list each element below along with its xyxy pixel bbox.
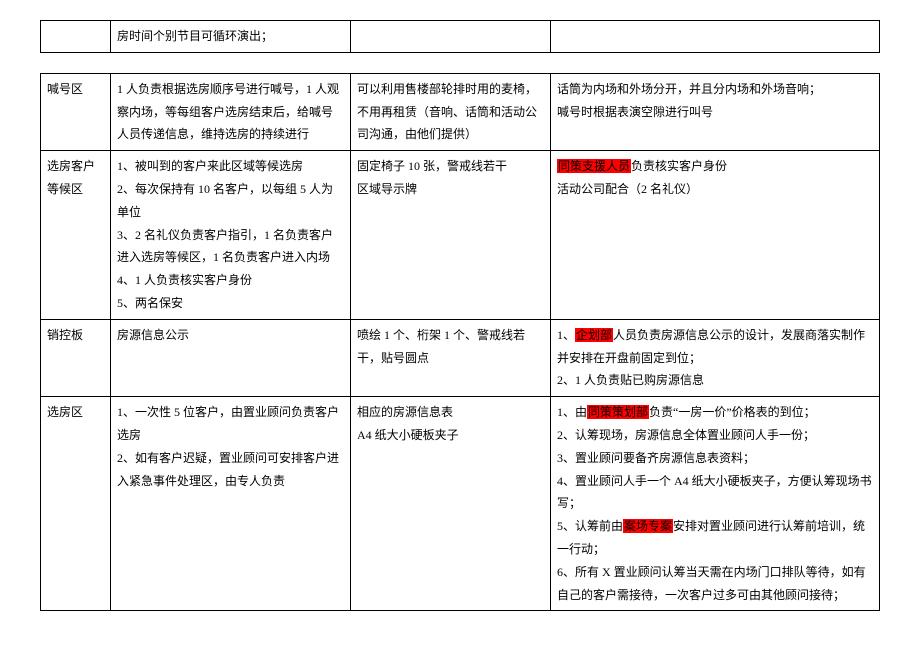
text-line: 2、如有客户迟疑，置业顾问可安排客户进入紧急事件处理区，由专人负责 [117,447,344,493]
materials-cell: 可以利用售楼部轮排时用的麦椅，不用再租赁（音响、话筒和活动公司沟通，由他们提供） [351,73,551,150]
text-line: 5、认筹前由案场专案安排对置业顾问进行认筹前培训，统一行动； [557,515,873,561]
text-line: 2、1 人负责贴已购房源信息 [557,369,873,392]
text-line: 相应的房源信息表 [357,401,544,424]
cell [551,21,880,53]
area-name-cell: 销控板 [41,319,111,396]
text-line: 4、置业顾问人手一个 A4 纸大小硬板夹子，方便认筹现场书写； [557,470,873,516]
table-fragment-top: 房时间个别节目可循环演出； [40,20,880,53]
table-row: 喊号区1 人负责根据选房顺序号进行喊号，1 人观察内场，等每组客户选房结束后，给… [41,73,880,150]
table-row: 房时间个别节目可循环演出； [41,21,880,53]
text-line: 可以利用售楼部轮排时用的麦椅，不用再租赁（音响、话筒和活动公司沟通，由他们提供） [357,78,544,146]
text-line: 3、2 名礼仪负责客户指引，1 名负责客户进入选房等候区，1 名负责客户进入内场 [117,224,344,270]
materials-cell: 喷绘 1 个、桁架 1 个、警戒线若干，贴号圆点 [351,319,551,396]
plain-text: 3、置业顾问要备齐房源信息表资料； [557,451,755,465]
cell [41,21,111,53]
plain-text: 活动公司配合（2 名礼仪） [557,182,698,196]
table-row: 选房客户等候区1、被叫到的客户来此区域等候选房2、每次保持有 10 名客户，以每… [41,151,880,320]
plain-text: 负责核实客户身份 [631,159,727,173]
cell: 房时间个别节目可循环演出； [111,21,351,53]
table-row: 销控板房源信息公示喷绘 1 个、桁架 1 个、警戒线若干，贴号圆点1、企划部人员… [41,319,880,396]
text-line: 4、1 人负责核实客户身份 [117,269,344,292]
notes-cell: 话筒为内场和外场分开，并且分内场和外场音响；喊号时根据表演空隙进行叫号 [551,73,880,150]
text-line: 1 人负责根据选房顺序号进行喊号，1 人观察内场，等每组客户选房结束后，给喊号人… [117,78,344,146]
area-name-cell: 选房区 [41,397,111,611]
highlight-text: 企划部 [575,328,613,342]
plain-text: 1、由 [557,405,587,419]
plain-text: 6、所有 X 置业顾问认筹当天需在内场门口排队等待，如有自己的客户需接待，一次客… [557,565,866,602]
plain-text: 1、 [557,328,575,342]
table-main: 喊号区1 人负责根据选房顺序号进行喊号，1 人观察内场，等每组客户选房结束后，给… [40,73,880,612]
text-line: 固定椅子 10 张，警戒线若干 [357,155,544,178]
text-line: 5、两名保安 [117,292,344,315]
work-content-cell: 1、被叫到的客户来此区域等候选房2、每次保持有 10 名客户，以每组 5 人为单… [111,151,351,320]
plain-text: 4、置业顾问人手一个 A4 纸大小硬板夹子，方便认筹现场书写； [557,474,872,511]
text-line: 1、由同策策划部负责“一房一价”价格表的到位； [557,401,873,424]
cell [351,21,551,53]
text-line: 话筒为内场和外场分开，并且分内场和外场音响； [557,78,873,101]
text-line: 6、所有 X 置业顾问认筹当天需在内场门口排队等待，如有自己的客户需接待，一次客… [557,561,873,607]
text-line: A4 纸大小硬板夹子 [357,424,544,447]
notes-cell: 1、由同策策划部负责“一房一价”价格表的到位； 2、认筹现场，房源信息全体置业顾问… [551,397,880,611]
text-line: 1、一次性 5 位客户，由置业顾问负责客户选房 [117,401,344,447]
plain-text: 负责“一房一价”价格表的到位； [649,405,816,419]
text-line: 区域导示牌 [357,178,544,201]
work-content-cell: 房源信息公示 [111,319,351,396]
work-content-cell: 1、一次性 5 位客户，由置业顾问负责客户选房2、如有客户迟疑，置业顾问可安排客… [111,397,351,611]
highlight-text: 同策策划部 [587,405,649,419]
table-row: 选房区1、一次性 5 位客户，由置业顾问负责客户选房2、如有客户迟疑，置业顾问可… [41,397,880,611]
notes-cell: 1、企划部人员负责房源信息公示的设计，发展商落实制作并安排在开盘前固定到位； 2、… [551,319,880,396]
notes-cell: 同策支援人员负责核实客户身份活动公司配合（2 名礼仪） [551,151,880,320]
plain-text: 2、1 人负责贴已购房源信息 [557,373,704,387]
text-line: 喷绘 1 个、桁架 1 个、警戒线若干，贴号圆点 [357,324,544,370]
materials-cell: 相应的房源信息表A4 纸大小硬板夹子 [351,397,551,611]
area-name-cell: 喊号区 [41,73,111,150]
text-line: 活动公司配合（2 名礼仪） [557,178,873,201]
text-line: 1、被叫到的客户来此区域等候选房 [117,155,344,178]
text-line: 3、置业顾问要备齐房源信息表资料； [557,447,873,470]
text-line: 2、每次保持有 10 名客户，以每组 5 人为单位 [117,178,344,224]
area-name-cell: 选房客户等候区 [41,151,111,320]
plain-text: 5、认筹前由 [557,519,623,533]
text-line: 喊号时根据表演空隙进行叫号 [557,101,873,124]
text-line: 房源信息公示 [117,324,344,347]
work-content-cell: 1 人负责根据选房顺序号进行喊号，1 人观察内场，等每组客户选房结束后，给喊号人… [111,73,351,150]
text-line: 2、认筹现场，房源信息全体置业顾问人手一份； [557,424,873,447]
highlight-text: 案场专案 [623,519,673,533]
text-line: 1、企划部人员负责房源信息公示的设计，发展商落实制作并安排在开盘前固定到位； [557,324,873,370]
text-line: 同策支援人员负责核实客户身份 [557,155,873,178]
materials-cell: 固定椅子 10 张，警戒线若干区域导示牌 [351,151,551,320]
highlight-text: 同策支援人员 [557,159,631,173]
plain-text: 2、认筹现场，房源信息全体置业顾问人手一份； [557,428,815,442]
